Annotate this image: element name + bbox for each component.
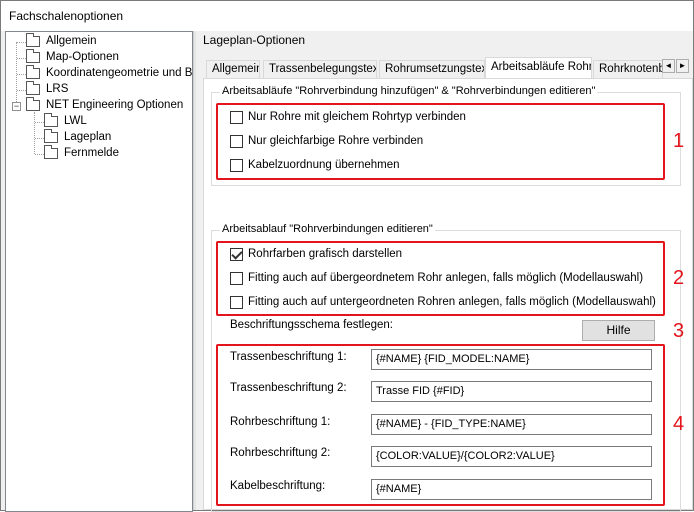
- panel-title: Lageplan-Optionen: [203, 33, 306, 47]
- options-tree[interactable]: Allgemein Map-Optionen Koordinatengeomet…: [5, 31, 193, 512]
- annotation-number-1: 1: [673, 130, 685, 152]
- splitter[interactable]: [193, 31, 196, 510]
- annotation-number-2: 2: [673, 267, 685, 289]
- collapse-icon[interactable]: −: [12, 102, 21, 111]
- window-title: Fachschalenoptionen: [9, 9, 124, 23]
- annotation-number-4: 4: [673, 413, 685, 435]
- folder-icon: [26, 97, 40, 111]
- tree-line: [17, 58, 26, 59]
- group-rohrverbindung-legend: Arbeitsabläufe "Rohrverbindung hinzufüge…: [220, 85, 598, 97]
- folder-icon: [26, 81, 40, 95]
- annotation-number-3: 3: [673, 320, 685, 342]
- tab-scroll-right-icon[interactable]: ►: [676, 59, 689, 73]
- annotation-box-4: [216, 344, 665, 506]
- title-bar: Fachschalenoptionen: [1, 1, 693, 31]
- help-button[interactable]: Hilfe: [582, 320, 655, 341]
- annotation-box-2: [216, 241, 665, 316]
- folder-icon: [44, 145, 58, 159]
- tab-rohrknotenbeschriftung[interactable]: Rohrknotenbeschriftung: [593, 60, 663, 78]
- tab-scroll-left-icon[interactable]: ◄: [662, 59, 675, 73]
- folder-icon: [26, 49, 40, 63]
- tree-line: [34, 112, 35, 154]
- folder-icon: [44, 113, 58, 127]
- tab-arbeitsablaeufe-rohr[interactable]: Arbeitsabläufe Rohr: [485, 57, 592, 78]
- folder-icon: [26, 33, 40, 47]
- annotation-box-1: [216, 103, 665, 180]
- group-rohrverbindungen-editieren-legend: Arbeitsablauf "Rohrverbindungen editiere…: [220, 223, 435, 235]
- folder-icon: [26, 65, 40, 79]
- options-window: Fachschalenoptionen Allgemein Map-Option…: [0, 0, 694, 512]
- tree-line: [17, 74, 26, 75]
- tab-allgemein[interactable]: Allgemein: [206, 60, 260, 78]
- tree-line: [16, 42, 17, 108]
- tree-line: [35, 138, 44, 139]
- tree-line: [17, 42, 26, 43]
- tree-line: [17, 90, 26, 91]
- schema-label: Beschriftungsschema festlegen:: [230, 319, 394, 331]
- tree-line: [35, 154, 44, 155]
- folder-icon: [44, 129, 58, 143]
- tab-rohrumsetzungstext[interactable]: Rohrumsetzungstext: [379, 60, 485, 78]
- tab-trassenbelegungstext[interactable]: Trassenbelegungstext: [263, 60, 377, 78]
- client-area: Allgemein Map-Optionen Koordinatengeomet…: [1, 31, 693, 512]
- tree-line: [35, 122, 44, 123]
